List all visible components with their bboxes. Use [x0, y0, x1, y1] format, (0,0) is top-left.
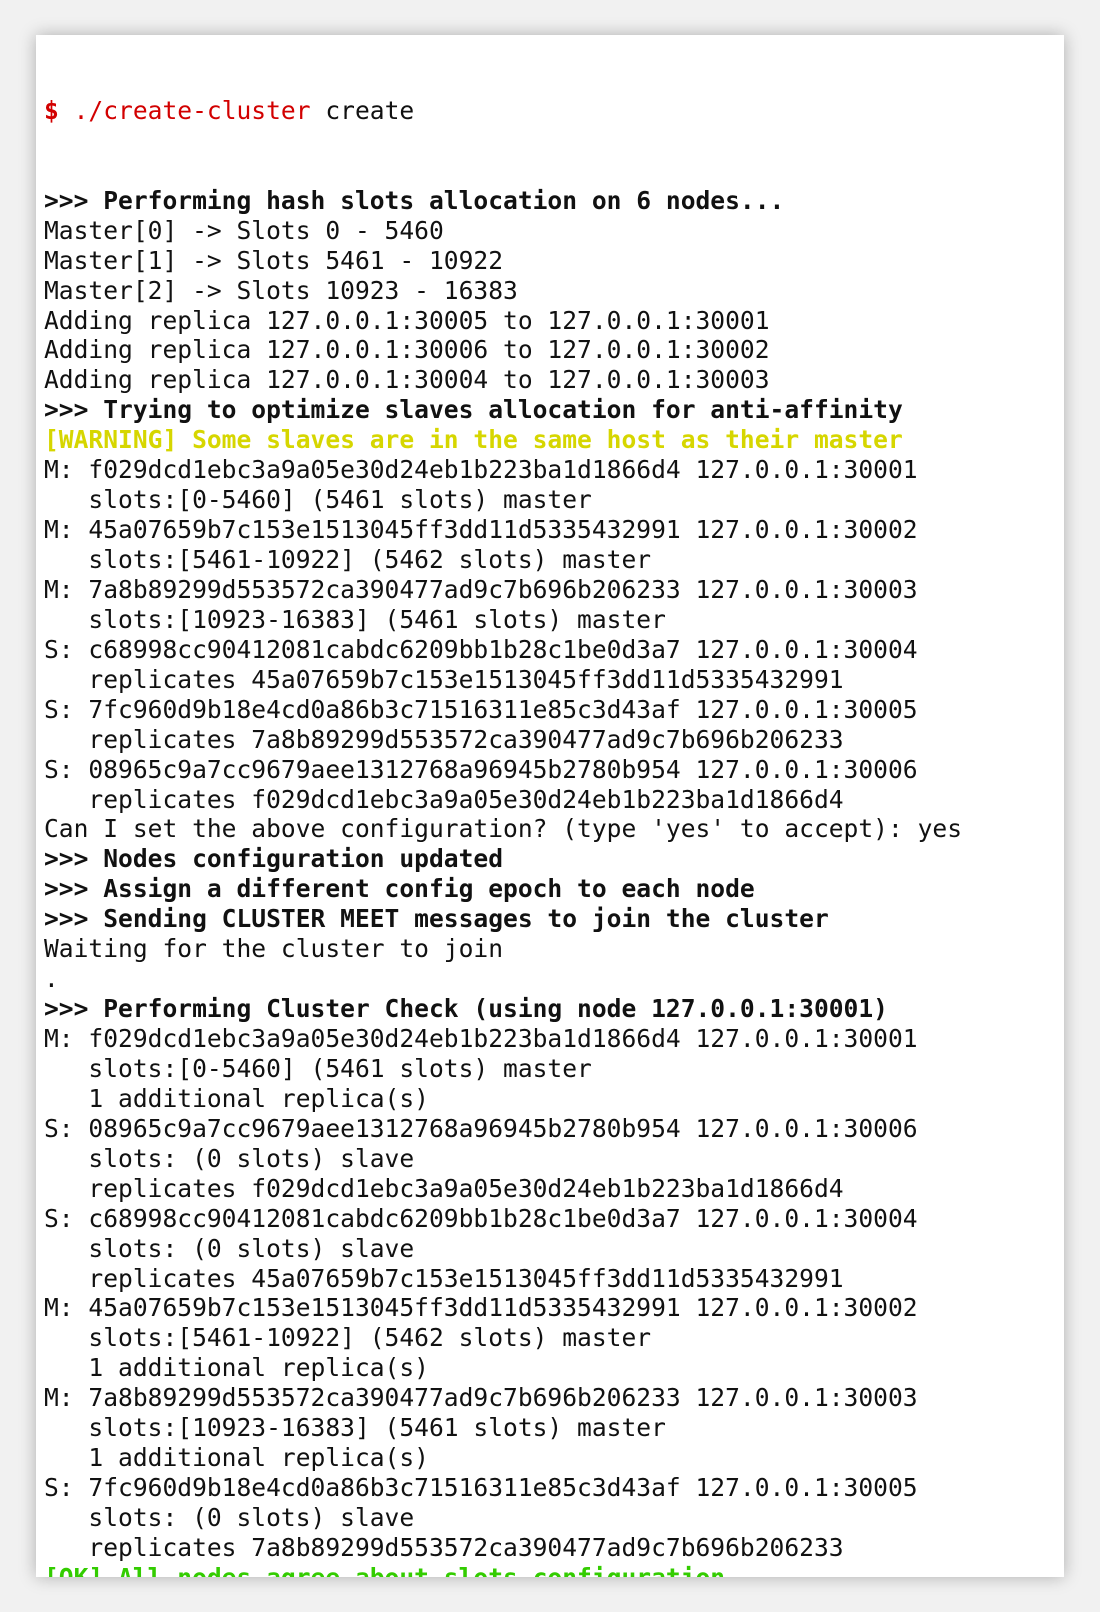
output-line: . [44, 964, 59, 994]
output-line: replicates 45a07659b7c153e1513045ff3dd11… [44, 1263, 844, 1293]
output-line: Can I set the above configuration? (type… [44, 814, 963, 844]
status-line: >>> Nodes configuration updated [44, 844, 504, 874]
output-line: M: 7a8b89299d553572ca390477ad9c7b696b206… [44, 1383, 918, 1413]
output-line: S: c68998cc90412081cabdc6209bb1b28c1be0d… [44, 1203, 918, 1233]
output-line: replicates 7a8b89299d553572ca390477ad9c7… [44, 724, 844, 754]
command-path: ./create-cluster [73, 95, 311, 125]
output-line: replicates f029dcd1ebc3a9a05e30d24eb1b22… [44, 784, 844, 814]
output-line: M: 7a8b89299d553572ca390477ad9c7b696b206… [44, 574, 918, 604]
output-line: M: f029dcd1ebc3a9a05e30d24eb1b223ba1d186… [44, 455, 918, 485]
output-line: slots: (0 slots) slave [44, 1503, 415, 1532]
output-line: S: 08965c9a7cc9679aee1312768a96945b2780b… [44, 1113, 918, 1143]
output-line: replicates 45a07659b7c153e1513045ff3dd11… [44, 664, 844, 694]
output-line: Adding replica 127.0.0.1:30004 to 127.0.… [44, 365, 770, 395]
status-line: >>> Performing hash slots allocation on … [44, 185, 785, 215]
output-line: slots:[5461-10922] (5462 slots) master [44, 545, 652, 574]
status-line: >>> Sending CLUSTER MEET messages to joi… [44, 904, 829, 934]
output-line: slots:[5461-10922] (5462 slots) master [44, 1323, 652, 1353]
status-line: >>> Assign a different config epoch to e… [44, 874, 755, 904]
output-line: slots: (0 slots) slave [44, 1233, 415, 1263]
output-line: slots:[0-5460] (5461 slots) master [44, 485, 592, 515]
output-line: Adding replica 127.0.0.1:30005 to 127.0.… [44, 305, 770, 335]
output-line: 1 additional replica(s) [44, 1443, 429, 1473]
status-line: >>> Performing Cluster Check (using node… [44, 994, 888, 1024]
output-line: M: 45a07659b7c153e1513045ff3dd11d5335432… [44, 515, 918, 545]
output-line: Master[0] -> Slots 0 - 5460 [44, 215, 444, 245]
output-line: S: 08965c9a7cc9679aee1312768a96945b2780b… [44, 754, 918, 784]
output-line: Waiting for the cluster to join [44, 934, 504, 964]
output-line: slots:[10923-16383] (5461 slots) master [44, 604, 666, 634]
ok-line: [OK] All nodes agree about slots configu… [44, 1563, 1064, 1577]
output-line: M: 45a07659b7c153e1513045ff3dd11d5335432… [44, 1293, 918, 1323]
command-argument: create [325, 95, 415, 125]
output-line: replicates f029dcd1ebc3a9a05e30d24eb1b22… [44, 1173, 844, 1203]
output-line: Master[2] -> Slots 10923 - 16383 [44, 275, 518, 305]
output-line: 1 additional replica(s) [44, 1353, 429, 1383]
output-line: slots:[10923-16383] (5461 slots) master [44, 1413, 666, 1443]
prompt-line: $ ./create-cluster create [44, 96, 1064, 126]
output-line: replicates 7a8b89299d553572ca390477ad9c7… [44, 1532, 844, 1562]
status-line: >>> Trying to optimize slaves allocation… [44, 395, 903, 425]
terminal-output[interactable]: $ ./create-cluster create >>> Performing… [44, 36, 1064, 1577]
output-line: S: 7fc960d9b18e4cd0a86b3c71516311e85c3d4… [44, 1473, 918, 1503]
output-line: S: c68998cc90412081cabdc6209bb1b28c1be0d… [44, 634, 918, 664]
terminal-window: $ ./create-cluster create >>> Performing… [36, 35, 1064, 1577]
output-line: Adding replica 127.0.0.1:30006 to 127.0.… [44, 335, 770, 365]
output-line: slots: (0 slots) slave [44, 1143, 415, 1173]
output-line: 1 additional replica(s) [44, 1083, 429, 1113]
output-line: Master[1] -> Slots 5461 - 10922 [44, 245, 504, 275]
warning-line: [WARNING] Some slaves are in the same ho… [44, 425, 903, 455]
output-line: M: f029dcd1ebc3a9a05e30d24eb1b223ba1d186… [44, 1024, 918, 1053]
output-line: S: 7fc960d9b18e4cd0a86b3c71516311e85c3d4… [44, 694, 918, 724]
prompt-symbol: $ [44, 95, 59, 125]
output-line: slots:[0-5460] (5461 slots) master [44, 1053, 592, 1083]
